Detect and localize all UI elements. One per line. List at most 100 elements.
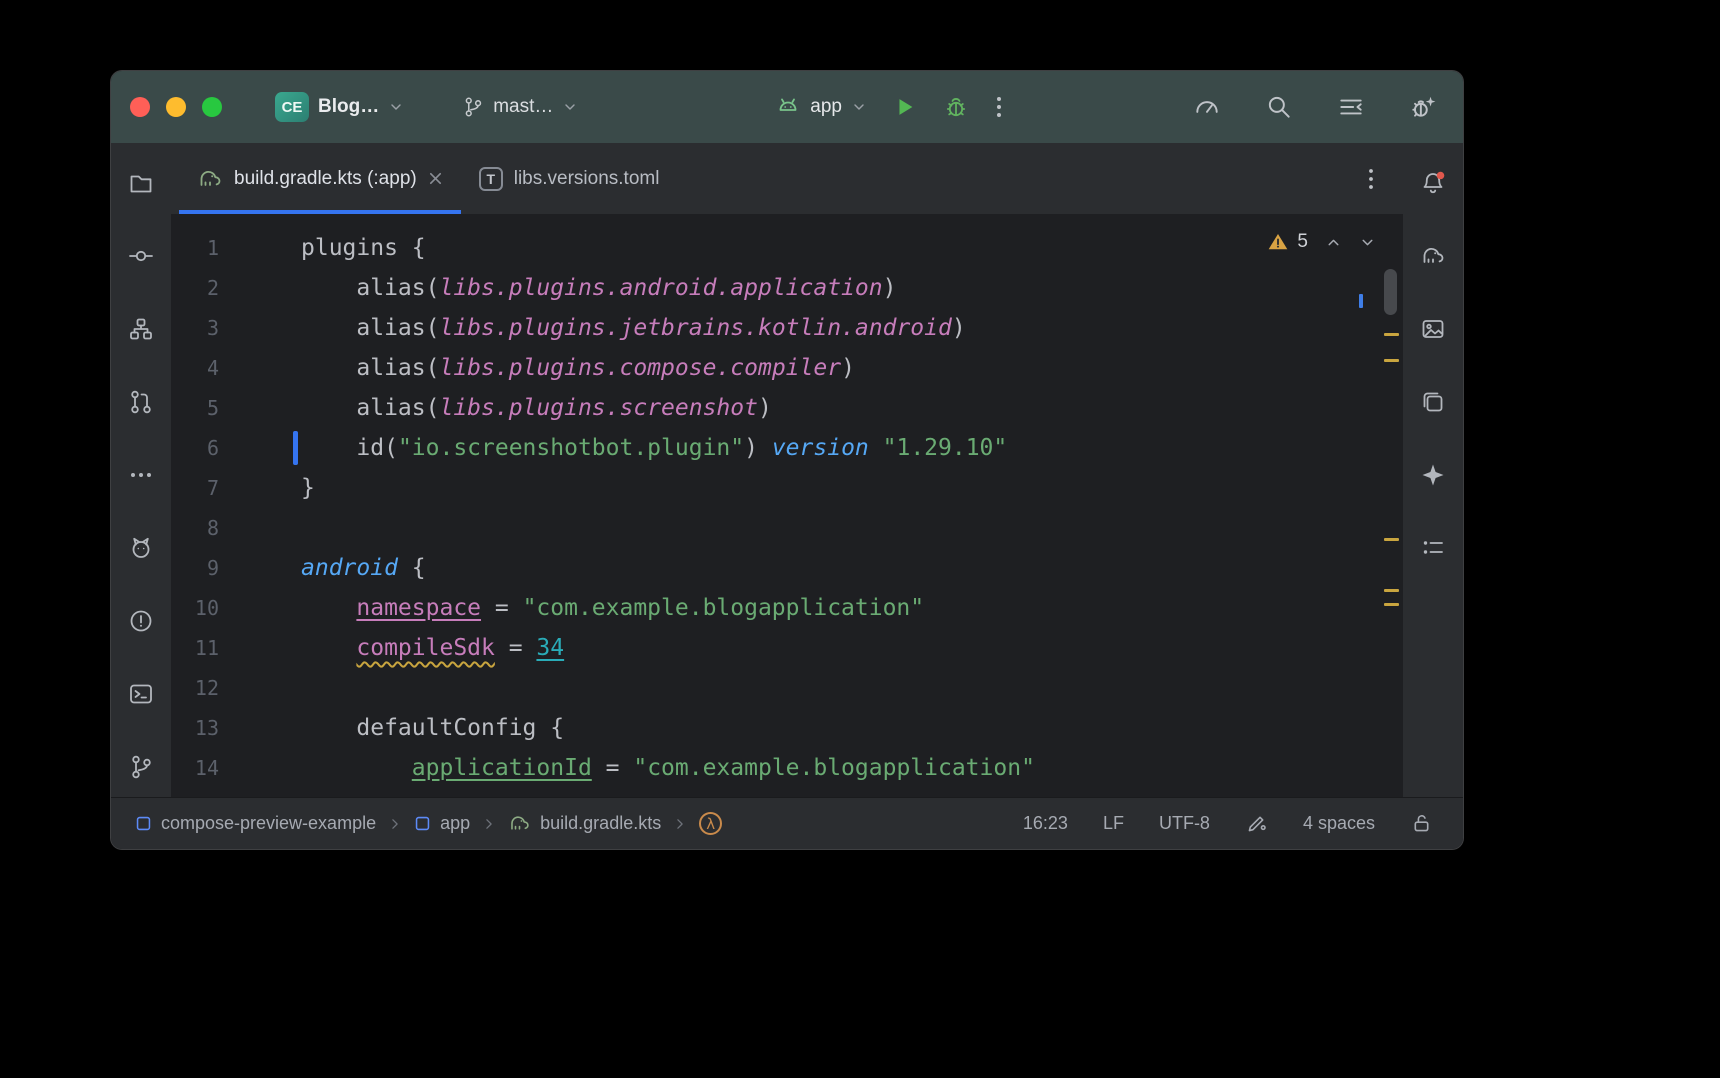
titlebar: CE Blog… mast… app — [111, 71, 1463, 143]
desktop-background: CE Blog… mast… app — [0, 0, 1720, 1078]
commit-tool-button[interactable] — [121, 236, 161, 276]
hierarchy-icon — [128, 316, 154, 342]
code-token: defaultConfig { — [301, 715, 564, 741]
code-token: "com.example.blogapplication" — [523, 595, 925, 621]
left-tool-stripe — [111, 143, 171, 797]
minimize-window-button[interactable] — [166, 97, 186, 117]
code-token: android — [301, 555, 398, 581]
run-configuration-selector[interactable]: app — [775, 94, 867, 120]
warning-stripe-mark — [1384, 603, 1399, 606]
folder-icon — [128, 170, 154, 196]
project-tool-button[interactable] — [121, 163, 161, 203]
breadcrumb-file[interactable]: build.gradle.kts — [508, 812, 661, 835]
more-tools-button[interactable] — [121, 455, 161, 495]
breadcrumb-label: build.gradle.kts — [540, 813, 661, 834]
code-token: 34 — [536, 635, 564, 661]
code-line — [301, 668, 1403, 708]
cursor-position-widget[interactable]: 16:23 — [1023, 813, 1068, 834]
code-line: alias(libs.plugins.compose.compiler) — [301, 348, 1403, 388]
code-token: = — [592, 755, 634, 781]
commit-icon — [128, 243, 154, 269]
project-name: Blog… — [318, 96, 379, 118]
code-editor[interactable]: 123456789101112131415 plugins { alias(li… — [171, 214, 1403, 797]
notifications-button[interactable] — [1413, 163, 1453, 203]
code-token: libs.plugins.jetbrains.kotlin.android — [439, 315, 951, 341]
git-tool-button[interactable] — [121, 747, 161, 787]
code-token: ) — [758, 395, 772, 421]
highlighting-level-button[interactable] — [1245, 812, 1268, 835]
chevron-right-icon — [388, 817, 402, 831]
warning-stripe-mark — [1384, 359, 1399, 362]
line-separator-widget[interactable]: LF — [1103, 813, 1124, 834]
debug-button[interactable] — [943, 94, 969, 120]
traffic-lights — [130, 97, 222, 117]
terminal-tool-button[interactable] — [121, 674, 161, 714]
code-line: alias(libs.plugins.screenshot) — [301, 388, 1403, 428]
line-number: 5 — [171, 388, 219, 428]
code-line: plugins { — [301, 228, 1403, 268]
todo-list-button[interactable] — [1413, 528, 1453, 568]
ai-profiler-button[interactable] — [1409, 93, 1437, 121]
code-token: libs.plugins.compose.compiler — [439, 355, 841, 381]
line-number: 11 — [171, 628, 219, 668]
code-token — [301, 595, 356, 621]
problems-tool-button[interactable] — [121, 601, 161, 641]
code-token: libs.plugins.android.application — [439, 275, 882, 301]
branch-selector[interactable]: mast… — [462, 96, 578, 118]
line-number: 8 — [171, 508, 219, 548]
status-bar: compose-preview-example app build.gradle… — [111, 797, 1463, 849]
next-warning-icon[interactable] — [1359, 234, 1376, 251]
warning-stripe-mark — [1384, 538, 1399, 541]
code-token: namespace — [356, 595, 481, 621]
resource-manager-button[interactable] — [1413, 309, 1453, 349]
breadcrumb-project[interactable]: compose-preview-example — [135, 813, 376, 834]
gradle-tool-button[interactable] — [1413, 236, 1453, 276]
structure-tool-button[interactable] — [121, 309, 161, 349]
more-actions-button[interactable] — [995, 94, 1003, 120]
gradle-elephant-icon — [1420, 243, 1446, 269]
line-number: 1 — [171, 228, 219, 268]
caret-line-indicator — [293, 431, 298, 465]
indent-widget[interactable]: 4 spaces — [1303, 813, 1375, 834]
chevron-down-icon — [388, 99, 404, 115]
file-lock-button[interactable] — [1410, 812, 1433, 835]
pull-requests-tool-button[interactable] — [121, 382, 161, 422]
code-token: ) — [744, 435, 772, 461]
filter-lines-icon — [1337, 93, 1365, 121]
breadcrumb-module[interactable]: app — [414, 813, 470, 834]
logcat-tool-button[interactable] — [121, 528, 161, 568]
code-token: plugins { — [301, 235, 426, 261]
scrollbar-thumb[interactable] — [1384, 269, 1397, 315]
zoom-window-button[interactable] — [202, 97, 222, 117]
code-line: compileSdk = 34 — [301, 628, 1403, 668]
ai-assistant-button[interactable] — [1413, 455, 1453, 495]
log-filter-button[interactable] — [1337, 93, 1365, 121]
close-window-button[interactable] — [130, 97, 150, 117]
status-widgets: 16:23 LF UTF-8 4 spaces — [1023, 812, 1433, 835]
run-button[interactable] — [893, 95, 917, 119]
inspections-widget[interactable]: 5 — [1267, 231, 1376, 253]
cat-icon — [128, 535, 154, 561]
gradle-elephant-icon — [197, 166, 223, 192]
device-manager-button[interactable] — [1413, 382, 1453, 422]
kebab-menu-icon — [995, 94, 1003, 120]
pull-request-icon — [128, 389, 154, 415]
chevron-right-icon — [673, 817, 687, 831]
code-token: { — [398, 555, 426, 581]
tab-options-button[interactable] — [1367, 166, 1375, 192]
profiler-button[interactable] — [1193, 93, 1221, 121]
encoding-widget[interactable]: UTF-8 — [1159, 813, 1210, 834]
warning-stripe-mark — [1384, 589, 1399, 592]
tab-label: build.gradle.kts (:app) — [234, 168, 417, 190]
tab-build-gradle-kts[interactable]: build.gradle.kts (:app) — [179, 143, 461, 214]
search-everywhere-button[interactable] — [1265, 93, 1293, 121]
code-token — [869, 435, 883, 461]
close-icon[interactable] — [428, 171, 443, 186]
project-selector[interactable]: CE Blog… — [275, 92, 404, 122]
gradle-elephant-icon — [508, 812, 531, 835]
line-number: 4 — [171, 348, 219, 388]
code-token — [301, 755, 412, 781]
right-tool-stripe — [1403, 143, 1463, 797]
previous-warning-icon[interactable] — [1325, 234, 1342, 251]
tab-libs-versions-toml[interactable]: T libs.versions.toml — [461, 143, 678, 214]
